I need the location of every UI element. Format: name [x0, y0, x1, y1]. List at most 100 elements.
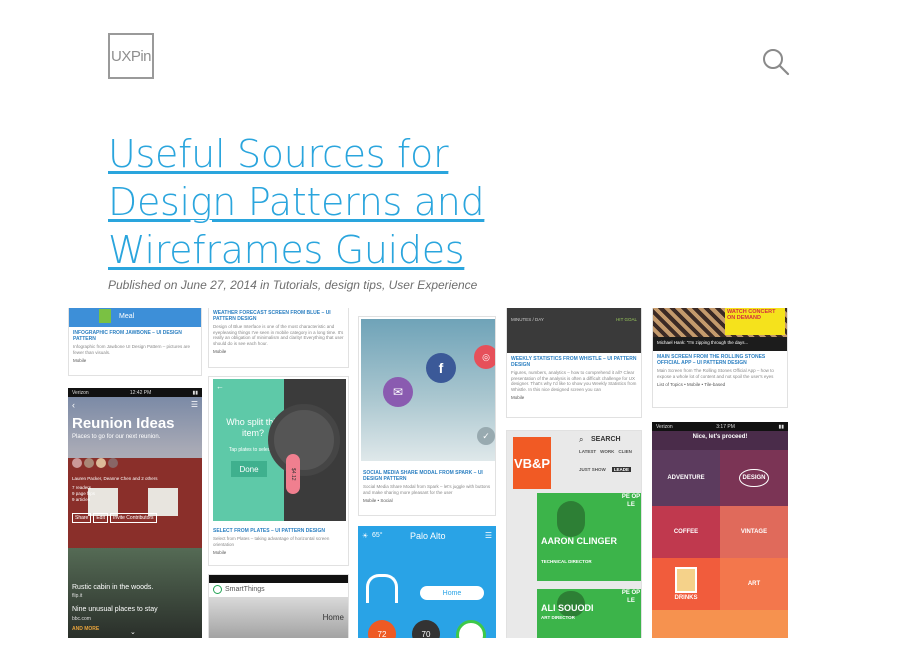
plate-panel: $4.12 — [268, 379, 346, 521]
people-text: Lauren Packer, Deanne Chen and 2 others — [72, 476, 158, 481]
share-button[interactable]: Share — [72, 513, 92, 523]
nest-home-screen[interactable]: ☀ 65° Palo Alto ☰ Home 72 70 — [358, 526, 496, 638]
protect-dial[interactable] — [456, 620, 486, 638]
check-icon[interactable]: ✓ — [477, 427, 495, 445]
tab-just-show[interactable]: JUST SHOW — [579, 467, 606, 472]
whistle-stats-header: MINUTES / DAY HIT GOAL — [507, 308, 641, 353]
whistle-card[interactable]: MINUTES / DAY HIT GOAL WEEKLY STATISTICS… — [506, 308, 642, 418]
home-button[interactable]: Home — [420, 586, 484, 600]
rolling-stones-card[interactable]: WATCH CONCERT ON DEMAND Michael Hank: "I… — [652, 308, 788, 408]
person-tile-2[interactable]: ALI SOUODI ART DIRECTOR — [537, 589, 621, 638]
tab-clients[interactable]: CLIEN — [618, 449, 632, 454]
smartthings-card[interactable]: SmartThings Home — [208, 574, 349, 638]
collage-column-3: ◎ f ✉ ✓ SOCIAL MEDIA SHARE MODAL FROM SP… — [358, 308, 496, 638]
tile-drinks[interactable]: DRINKS — [652, 558, 720, 610]
card-title: MAIN SCREEN FROM THE ROLLING STONES OFFI… — [657, 354, 766, 366]
edit-button[interactable]: Edit — [93, 513, 108, 523]
share-modal-image: ◎ f ✉ ✓ — [361, 319, 495, 461]
thermostat-dial[interactable]: 70 — [412, 620, 440, 638]
places-source: bbc.com — [72, 616, 91, 622]
interests-screen[interactable]: Verizon 3:17 PM ▮▮ Nice, let's proceed! … — [652, 422, 788, 638]
home-label: Home — [322, 613, 344, 622]
drink-icon — [675, 567, 697, 593]
instagram-icon[interactable]: ◎ — [474, 345, 495, 369]
tile-design[interactable]: DESIGN — [720, 450, 788, 506]
status-bar: Verizon 3:17 PM ▮▮ — [652, 422, 788, 431]
back-icon[interactable]: ‹ — [72, 400, 75, 410]
tab-leaders[interactable]: LEADE — [611, 467, 632, 472]
category-link-user-experience[interactable]: User Experience — [389, 278, 478, 292]
more-label: AND MORE — [72, 626, 100, 632]
collage-column-5: WATCH CONCERT ON DEMAND Michael Hank: "I… — [652, 308, 788, 638]
tile-vintage[interactable]: VINTAGE — [720, 506, 788, 558]
vbp-filters: JUST SHOW LEADE — [579, 467, 632, 472]
search-label[interactable]: SEARCH — [591, 436, 621, 443]
action-buttons: Share Edit Invite Contributors — [72, 513, 157, 523]
collection-title: Reunion Ideas — [72, 415, 175, 432]
card-tag: Mobile — [213, 349, 227, 354]
tweet-bar: Michael Hank: "I'm zipping through the d… — [653, 337, 787, 351]
search-icon[interactable]: ⌕ — [579, 435, 583, 445]
card-title: SELECT FROM PLATES – UI PATTERN DESIGN — [213, 528, 325, 534]
card-tag: Mobile — [73, 358, 87, 363]
invite-button[interactable]: Invite Contributors — [109, 513, 157, 523]
thermostat-dial[interactable]: 72 — [368, 620, 396, 638]
uxpin-logo[interactable]: UXPin — [108, 33, 154, 79]
card-title: SOCIAL MEDIA SHARE MODAL FROM SPARK – UI… — [363, 470, 483, 482]
card-desc: Figures, numbers, analytics – how to com… — [511, 370, 637, 392]
collection-sub: Places to go for our next reunion. — [72, 434, 161, 440]
article-title-link[interactable]: Useful Sources for Design Patterns and W… — [108, 132, 485, 272]
card-title: WEATHER FORECAST SCREEN FROM BLUE – UI P… — [213, 310, 331, 322]
tab-latest[interactable]: LATEST — [579, 449, 596, 454]
back-arrow-icon[interactable]: ← — [216, 382, 224, 391]
email-icon[interactable]: ✉ — [383, 377, 413, 407]
category-link-tutorials[interactable]: Tutorials — [273, 278, 318, 292]
smartthings-logo-icon — [213, 584, 222, 594]
done-button[interactable]: Done — [231, 461, 267, 477]
category-link-design-tips[interactable]: design tips — [325, 278, 382, 292]
vbp-people-screen[interactable]: VB&P ⌕ SEARCH LATEST WORK CLIEN JUST SHO… — [506, 430, 642, 638]
separator: , — [317, 278, 325, 292]
meal-label: Meal — [119, 313, 135, 320]
weather-icon: ☀ — [362, 533, 369, 540]
weather-card[interactable]: WEATHER FORECAST SCREEN FROM BLUE – UI P… — [208, 308, 349, 368]
cabin-title[interactable]: Rustic cabin in the woods. — [72, 584, 153, 591]
reunion-ideas-screen[interactable]: Verizon 12:42 PM ▮▮ ‹ ☰ Reunion Ideas Pl… — [68, 388, 202, 638]
proceed-header: Nice, let's proceed! — [692, 434, 748, 440]
tile-coffee[interactable]: COFFEE — [652, 506, 720, 558]
spark-share-card[interactable]: ◎ f ✉ ✓ SOCIAL MEDIA SHARE MODAL FROM SP… — [358, 316, 496, 516]
card-title: WEEKLY STATISTICS FROM WHISTLE – UI PATT… — [511, 356, 637, 368]
tile-art[interactable]: ART — [720, 558, 788, 610]
card-title: INFOGRAPHIC FROM JAWBONE – UI DESIGN PAT… — [73, 330, 182, 342]
card-desc: Design of Blue Interface is one of the m… — [213, 324, 344, 346]
search-button[interactable] — [760, 46, 792, 78]
card-desc: Main Screen from The Rolling Stones Offi… — [657, 368, 774, 379]
article-title: Useful Sources for Design Patterns and W… — [108, 130, 588, 274]
card-desc: Infographic from Jawbone UI Design Patte… — [73, 344, 191, 355]
article-meta: Published on June 27, 2014 in Tutorials,… — [108, 278, 477, 292]
featured-image-collage[interactable]: Meal INFOGRAPHIC FROM JAWBONE – UI DESIG… — [68, 308, 788, 638]
tile-adventure[interactable]: ADVENTURE — [652, 450, 720, 506]
collage-column-4: MINUTES / DAY HIT GOAL WEEKLY STATISTICS… — [504, 308, 644, 638]
card-desc: Social Media Share Modal from Spark – le… — [363, 484, 491, 495]
tab-work[interactable]: WORK — [600, 449, 614, 454]
person-tile-1[interactable]: AARON CLINGER TECHNICAL DIRECTOR — [537, 493, 621, 581]
avatars — [72, 458, 118, 468]
facebook-icon[interactable]: f — [426, 353, 456, 383]
menu-icon[interactable]: ☰ — [191, 400, 198, 409]
cabin-source: flip.it — [72, 593, 83, 599]
card-tag: List of Topics • Mobile • Tile-based — [657, 382, 726, 387]
price-tag: $4.12 — [286, 454, 300, 494]
chevron-down-icon[interactable]: ⌄ — [130, 628, 136, 636]
app-name: SmartThings — [225, 585, 265, 593]
collage-column-2: WEATHER FORECAST SCREEN FROM BLUE – UI P… — [208, 308, 349, 638]
menu-icon[interactable]: ☰ — [485, 531, 492, 540]
stats: 7 readers 9 page flips 9 articles — [72, 485, 96, 502]
places-title[interactable]: Nine unusual places to stay — [72, 606, 158, 613]
card-tag: Mobile — [213, 550, 227, 555]
jawbone-card[interactable]: Meal INFOGRAPHIC FROM JAWBONE – UI DESIG… — [68, 308, 202, 376]
plates-card[interactable]: ← Who split this item? Tap plates to sel… — [208, 376, 349, 566]
vbp-tabs: LATEST WORK CLIEN — [579, 449, 632, 454]
card-desc: Select from Plates – taking advantage of… — [213, 536, 330, 547]
temperature: 65° — [372, 532, 383, 539]
